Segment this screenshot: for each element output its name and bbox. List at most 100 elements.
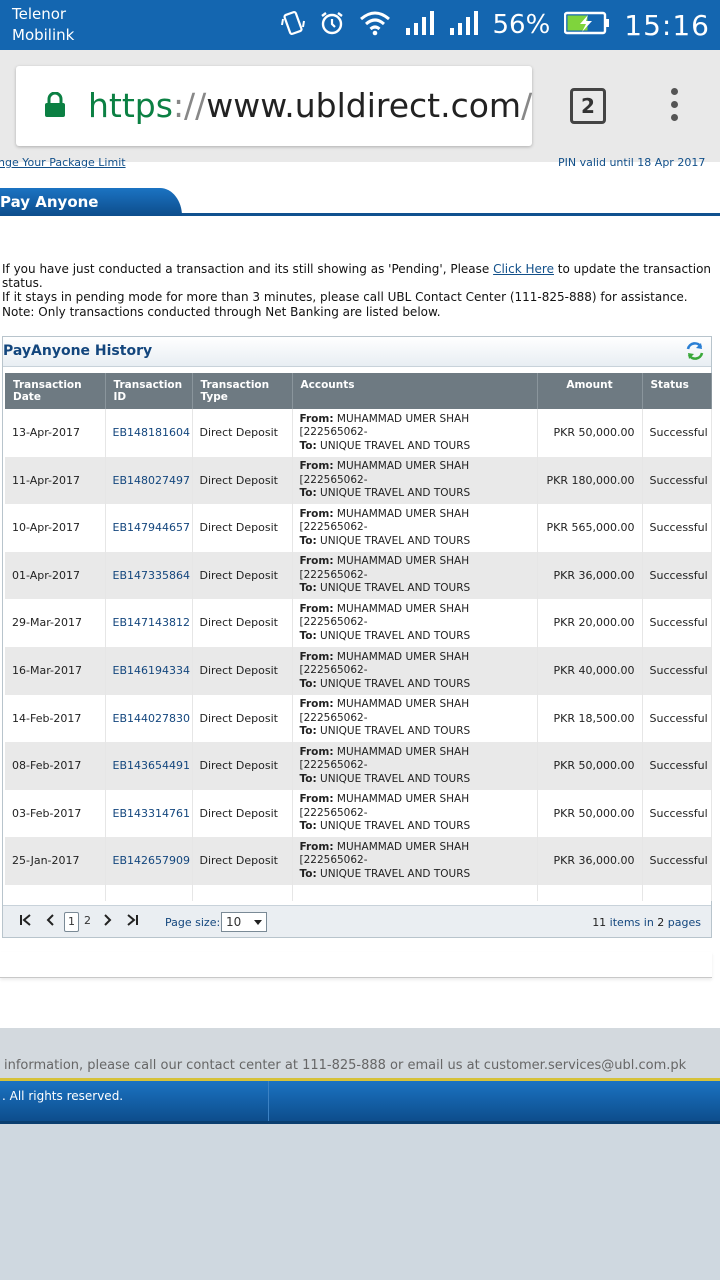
cell-date: 14-Feb-2017 <box>5 694 106 743</box>
cell-type: Direct Deposit <box>192 694 293 743</box>
transaction-id-link[interactable]: EB146194334 <box>105 646 193 695</box>
cell-accounts: From: MUHAMMAD UMER SHAH [222565062- To: U… <box>292 837 538 885</box>
browser-toolbar: https://www.ubldirect.com/gn 2 <box>0 50 720 162</box>
cell-accounts: From: MUHAMMAD UMER SHAH [222565062- To: U… <box>292 409 538 457</box>
transaction-id-link[interactable]: EB143654491 <box>105 742 193 790</box>
panel-divider <box>0 952 712 978</box>
contact-info-text: information, please call our contact cen… <box>4 1058 687 1073</box>
col-header-amount[interactable]: Amount <box>537 373 643 409</box>
col-header-status[interactable]: Status <box>642 373 712 409</box>
transaction-id-link[interactable]: EB147944657 <box>105 504 193 552</box>
web-page: nge Your Package Limit PIN valid until 1… <box>0 156 720 1280</box>
pending-notice: If you have just conducted a transaction… <box>2 262 712 304</box>
carrier-line-1: Telenor <box>12 5 67 23</box>
footer-contact: information, please call our contact cen… <box>0 1028 720 1078</box>
chevron-down-icon <box>254 920 262 925</box>
cell-type: Direct Deposit <box>192 599 293 647</box>
cell-accounts: From: MUHAMMAD UMER SHAH [222565062- To: U… <box>292 646 538 695</box>
net-banking-note: Note: Only transactions conducted throug… <box>2 305 441 319</box>
cell-amount: PKR 20,000.00 <box>537 599 643 647</box>
signal-icon <box>405 10 435 40</box>
pager: 1 2 Page size: 10 11 items in 2 pages <box>3 905 711 937</box>
table-row: 25-Jan-2017 EB142657909 Direct Deposit From… <box>5 837 712 885</box>
cell-type: Direct Deposit <box>192 409 293 457</box>
cell-accounts: From: MUHAMMAD UMER SHAH [222565062- To: U… <box>292 694 538 743</box>
table-row: 16-Mar-2017 EB146194334 Direct Deposit From… <box>5 646 712 695</box>
cell-date: 29-Mar-2017 <box>5 599 106 647</box>
cell-amount: PKR 50,000.00 <box>537 789 643 838</box>
col-header-type[interactable]: Transaction Type <box>192 373 293 409</box>
col-header-accounts[interactable]: Accounts <box>292 373 538 409</box>
table-row: 11-Apr-2017 EB148027497 Direct Deposit From… <box>5 456 712 505</box>
history-panel-header: PayAnyone History <box>3 337 711 367</box>
cell-amount: PKR 40,000.00 <box>537 646 643 695</box>
cell-date: 10-Apr-2017 <box>5 504 106 552</box>
cell-amount: PKR 50,000.00 <box>537 742 643 790</box>
cell-date: 01-Apr-2017 <box>5 551 106 600</box>
cell-accounts: From: MUHAMMAD UMER SHAH [222565062- To: U… <box>292 789 538 838</box>
carrier-line-2: Mobilink <box>12 26 75 44</box>
pin-validity-text: PIN valid until 18 Apr 2017 <box>558 156 706 169</box>
cell-status: Successful <box>642 789 712 838</box>
cell-type: Direct Deposit <box>192 789 293 838</box>
cell-amount: PKR 50,000.00 <box>537 409 643 457</box>
battery-charging-icon <box>564 11 610 39</box>
last-page-icon[interactable] <box>127 914 139 930</box>
page-1-button[interactable]: 1 <box>64 912 79 932</box>
prev-page-icon[interactable] <box>45 914 55 930</box>
tab-switcher-button[interactable]: 2 <box>570 88 606 124</box>
cell-type: Direct Deposit <box>192 504 293 552</box>
table-row: 03-Feb-2017 EB143314761 Direct Deposit From… <box>5 789 712 838</box>
cell-date: 13-Apr-2017 <box>5 409 106 457</box>
next-page-icon[interactable] <box>103 914 113 930</box>
cell-type: Direct Deposit <box>192 742 293 790</box>
signal-icon-2 <box>449 10 479 40</box>
cell-type: Direct Deposit <box>192 551 293 600</box>
cell-amount: PKR 565,000.00 <box>537 504 643 552</box>
clock: 15:16 <box>624 8 710 42</box>
cell-date: 16-Mar-2017 <box>5 646 106 695</box>
cell-status: Successful <box>642 646 712 695</box>
table-row: 29-Mar-2017 EB147143812 Direct Deposit From… <box>5 599 712 647</box>
page-size-select[interactable]: 10 <box>221 912 267 932</box>
cell-amount: PKR 180,000.00 <box>537 456 643 505</box>
pay-anyone-tab[interactable]: Pay Anyone <box>0 188 182 216</box>
page-size-label: Page size: <box>165 916 221 929</box>
cell-status: Successful <box>642 837 712 885</box>
transaction-id-link[interactable]: EB148181604 <box>105 409 193 457</box>
carrier-name: Telenor Mobilink <box>12 4 74 46</box>
cell-type: Direct Deposit <box>192 456 293 505</box>
transaction-id-link[interactable]: EB147335864 <box>105 551 193 600</box>
first-page-icon[interactable] <box>19 914 31 930</box>
cell-amount: PKR 18,500.00 <box>537 694 643 743</box>
transaction-id-link[interactable]: EB147143812 <box>105 599 193 647</box>
transaction-id-link[interactable]: EB143314761 <box>105 789 193 838</box>
table-row: 08-Feb-2017 EB143654491 Direct Deposit From… <box>5 742 712 790</box>
cell-status: Successful <box>642 504 712 552</box>
col-header-id[interactable]: Transaction ID <box>105 373 193 409</box>
page-2-button[interactable]: 2 <box>80 912 95 932</box>
table-filler-row <box>5 884 712 901</box>
cell-status: Successful <box>642 694 712 743</box>
col-header-date[interactable]: Transaction Date <box>5 373 106 409</box>
cell-accounts: From: MUHAMMAD UMER SHAH [222565062- To: U… <box>292 742 538 790</box>
table-row: 01-Apr-2017 EB147335864 Direct Deposit From… <box>5 551 712 600</box>
cell-amount: PKR 36,000.00 <box>537 837 643 885</box>
footer-divider <box>268 1081 269 1121</box>
android-status-bar: Telenor Mobilink 56% 15:16 <box>0 0 720 50</box>
transaction-id-link[interactable]: EB148027497 <box>105 456 193 505</box>
cell-accounts: From: MUHAMMAD UMER SHAH [222565062- To: U… <box>292 599 538 647</box>
cell-date: 08-Feb-2017 <box>5 742 106 790</box>
package-limit-link[interactable]: nge Your Package Limit <box>0 156 126 169</box>
history-panel: PayAnyone History Transaction Date Trans… <box>2 336 712 938</box>
cell-type: Direct Deposit <box>192 646 293 695</box>
overflow-menu-icon[interactable] <box>668 88 680 124</box>
address-bar[interactable]: https://www.ubldirect.com/gn <box>16 66 532 146</box>
click-here-link[interactable]: Click Here <box>493 262 554 276</box>
transaction-id-link[interactable]: EB142657909 <box>105 837 193 885</box>
refresh-icon[interactable] <box>685 341 705 365</box>
transaction-id-link[interactable]: EB144027830 <box>105 694 193 743</box>
cell-status: Successful <box>642 599 712 647</box>
cell-accounts: From: MUHAMMAD UMER SHAH [222565062- To: U… <box>292 504 538 552</box>
footer-bar: . All rights reserved. <box>0 1081 720 1121</box>
